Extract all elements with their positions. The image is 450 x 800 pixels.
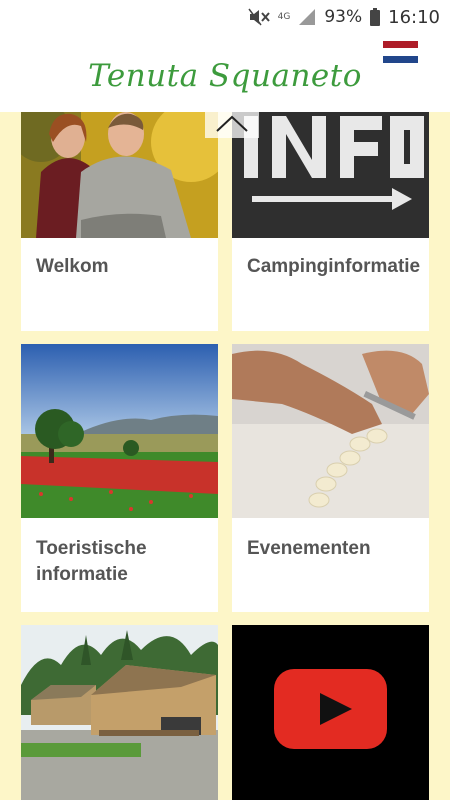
site-logo[interactable]: Tenuta Squaneto xyxy=(0,58,450,94)
pasta-making-photo xyxy=(232,344,429,518)
netherlands-flag-icon[interactable] xyxy=(383,41,418,63)
tile-youtube[interactable] xyxy=(232,625,429,800)
chevron-up-icon xyxy=(216,115,248,132)
signal-icon xyxy=(298,8,316,26)
tile-accommodation[interactable] xyxy=(21,625,218,800)
tile-label-campinginformatie: Campinginformatie xyxy=(247,256,421,277)
tile-label-evenementen: Evenementen xyxy=(247,538,371,559)
youtube-icon xyxy=(232,625,429,800)
tile-evenementen[interactable]: Evenementen xyxy=(232,344,429,612)
landscape-photo xyxy=(21,344,218,518)
tile-welkom[interactable]: Welkom xyxy=(21,112,218,331)
tile-toeristische-informatie[interactable]: Toeristische informatie xyxy=(21,344,218,612)
scroll-up-button[interactable] xyxy=(205,110,259,138)
battery-percent: 93% xyxy=(324,7,363,27)
status-bar: 4G 93% 16:10 xyxy=(0,0,450,34)
tile-campinginformatie[interactable]: Campinginformatie xyxy=(232,112,429,331)
welkom-photo xyxy=(21,112,218,238)
network-type: 4G xyxy=(277,11,291,22)
glamping-tents-photo xyxy=(21,625,218,800)
clock: 16:10 xyxy=(388,6,440,28)
app-header: Tenuta Squaneto xyxy=(0,34,450,112)
tile-label-toeristische-informatie: Toeristische informatie xyxy=(36,538,147,585)
tile-label-welkom: Welkom xyxy=(36,256,109,277)
battery-icon xyxy=(370,8,381,26)
mute-icon xyxy=(248,8,270,26)
info-photo xyxy=(232,112,429,238)
